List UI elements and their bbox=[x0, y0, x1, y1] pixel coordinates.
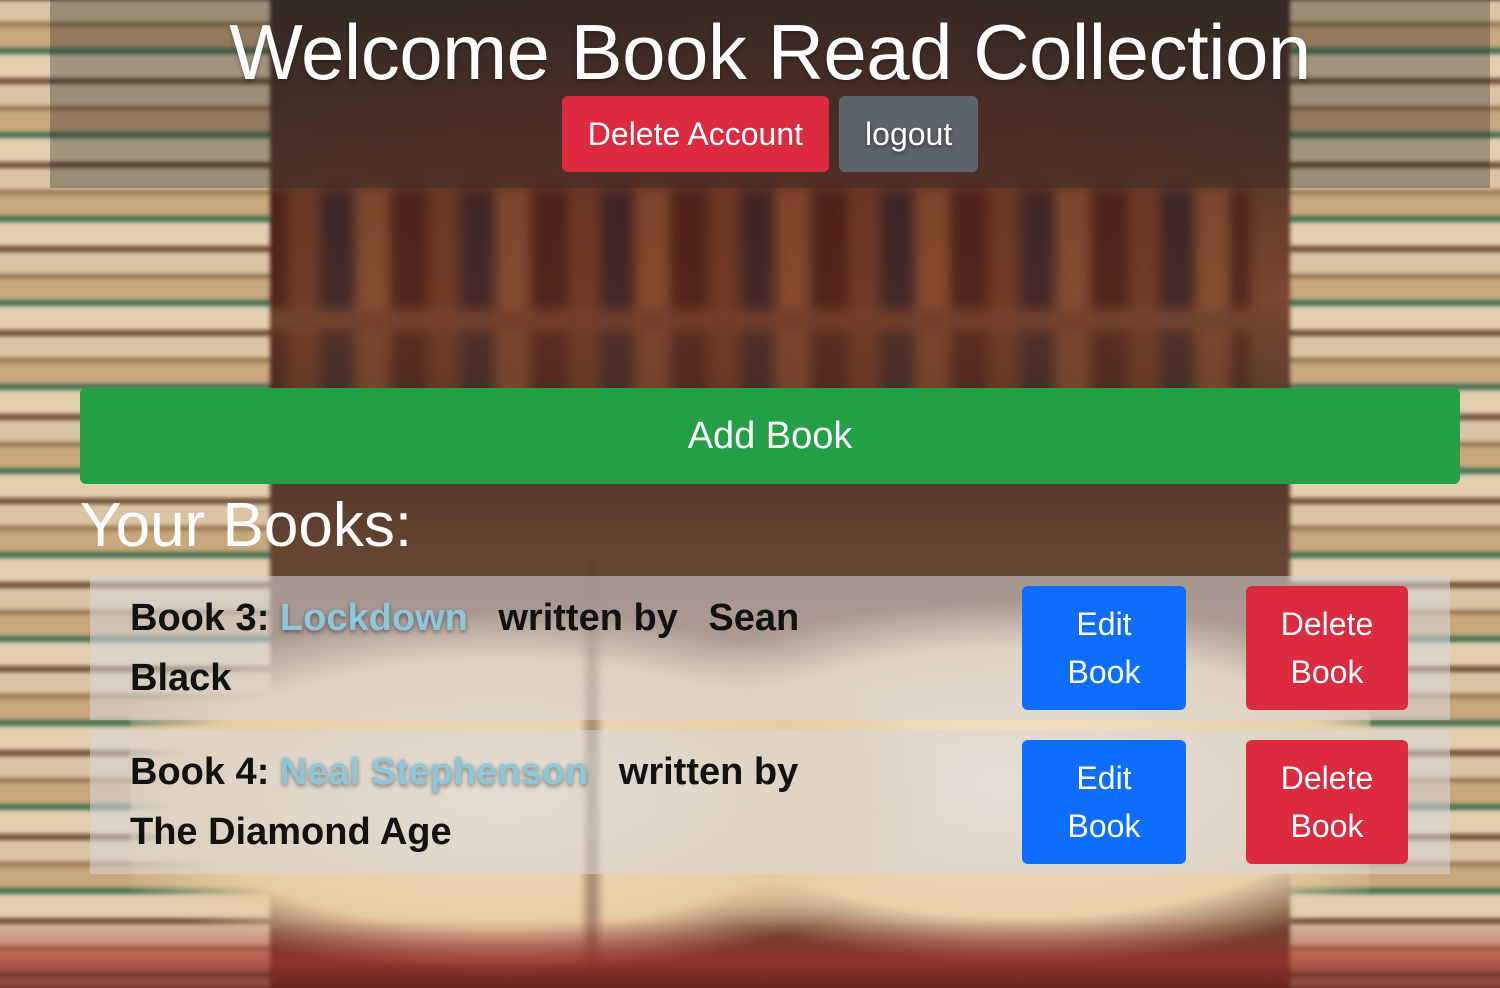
book-info: Book 4: Neal Stephenson written by The D… bbox=[130, 742, 850, 862]
edit-book-label-line2: Book bbox=[1067, 654, 1141, 690]
delete-book-label-line1: Delete bbox=[1280, 606, 1374, 642]
delete-book-label-line2: Book bbox=[1290, 808, 1364, 844]
edit-book-label-line2: Book bbox=[1067, 808, 1141, 844]
written-by-label: written by bbox=[498, 597, 678, 639]
edit-book-label-line1: Edit bbox=[1076, 760, 1132, 796]
book-number: Book 4: bbox=[130, 751, 270, 793]
book-info: Book 3: Lockdown written by Sean Black bbox=[130, 588, 850, 708]
book-number: Book 3: bbox=[130, 597, 270, 639]
edit-book-button[interactable]: Edit Book bbox=[1022, 586, 1186, 710]
page-title: Welcome Book Read Collection bbox=[229, 8, 1311, 96]
background-book-cover bbox=[0, 918, 1500, 988]
book-list-item: Book 4: Neal Stephenson written by The D… bbox=[90, 730, 1450, 874]
edit-book-label-line1: Edit bbox=[1076, 606, 1132, 642]
page-header: Welcome Book Read Collection Delete Acco… bbox=[50, 0, 1490, 188]
logout-button[interactable]: logout bbox=[839, 96, 979, 172]
delete-book-button[interactable]: Delete Book bbox=[1246, 586, 1408, 710]
add-book-button[interactable]: Add Book bbox=[80, 388, 1460, 484]
book-list-item: Book 3: Lockdown written by Sean Black E… bbox=[90, 576, 1450, 720]
edit-book-button[interactable]: Edit Book bbox=[1022, 740, 1186, 864]
delete-book-label-line2: Book bbox=[1290, 654, 1364, 690]
written-by-label: written by bbox=[618, 751, 799, 793]
delete-account-button[interactable]: Delete Account bbox=[561, 96, 830, 172]
book-author: The Diamond Age bbox=[130, 811, 452, 853]
background-bookshelf bbox=[250, 190, 1250, 310]
your-books-heading: Your Books: bbox=[80, 491, 413, 560]
book-title-link[interactable]: Lockdown bbox=[280, 597, 468, 639]
header-actions: Delete Account logout bbox=[50, 96, 1490, 172]
delete-book-button[interactable]: Delete Book bbox=[1246, 740, 1408, 864]
book-title-link[interactable]: Neal Stephenson bbox=[280, 751, 588, 793]
delete-book-label-line1: Delete bbox=[1280, 760, 1374, 796]
